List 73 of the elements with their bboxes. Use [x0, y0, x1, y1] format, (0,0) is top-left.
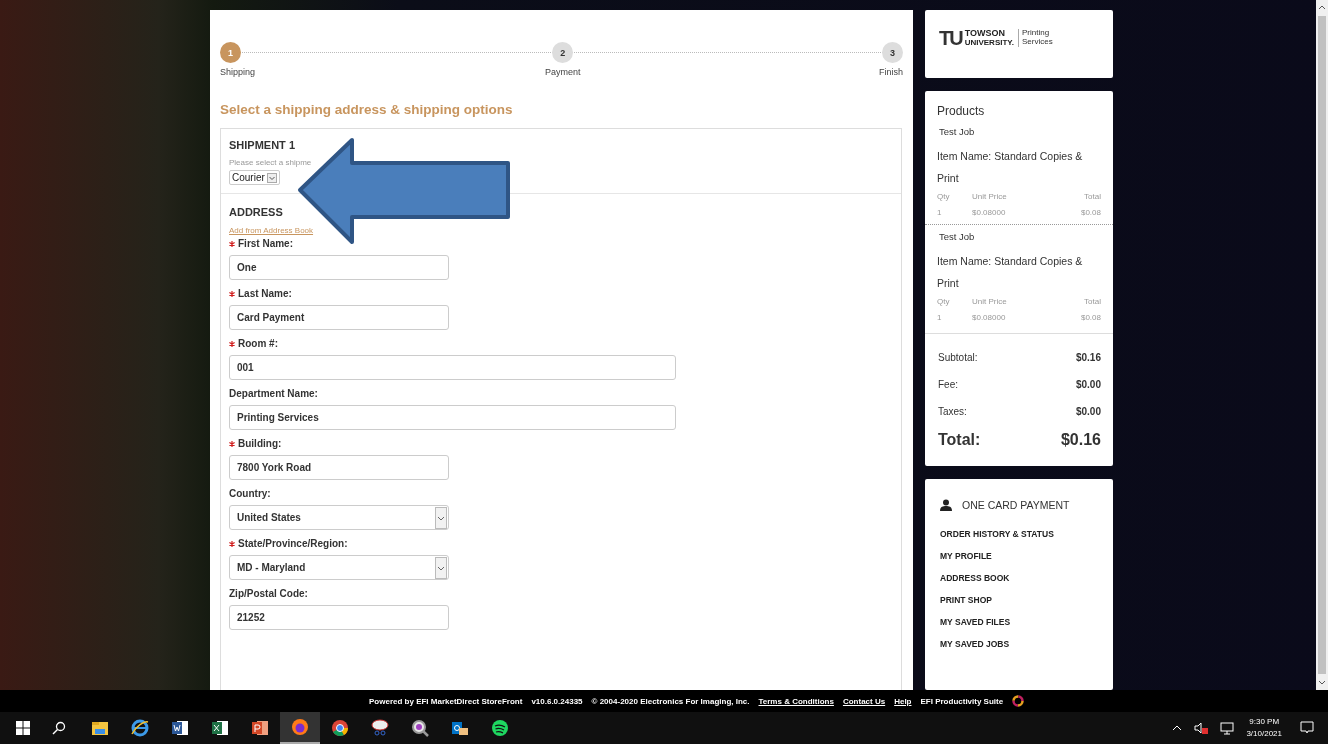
quantity: 1 — [937, 312, 943, 324]
footer-text: EFI Productivity Suite — [920, 696, 1004, 706]
line-total: $0.08 — [1080, 312, 1101, 324]
summary-value: $0.16 — [1075, 352, 1101, 363]
column-label: Qty — [937, 296, 951, 308]
input-field[interactable]: 7800 York Road — [229, 455, 449, 480]
unit-price: $0.08000 — [972, 207, 1007, 219]
step-label: Payment — [545, 67, 581, 77]
summary-label: Subtotal: — [938, 352, 978, 363]
summary-value: $0.00 — [1075, 379, 1101, 390]
account-name: ONE CARD PAYMENT — [962, 499, 1070, 511]
summary-label: Taxes: — [938, 406, 967, 417]
job-name: Test Job — [938, 126, 976, 137]
field-label: Last Name: — [238, 288, 292, 299]
menu-link[interactable]: MY SAVED FILES — [940, 617, 1098, 627]
line-total: $0.08 — [1080, 207, 1101, 219]
total-value: $0.16 — [1060, 431, 1101, 449]
quantity: 1 — [937, 207, 943, 219]
clock-time[interactable]: 9:30 PM — [1249, 716, 1280, 728]
summary-value: $0.00 — [1075, 406, 1101, 417]
summary-label: Fee: — [938, 379, 958, 390]
menu-link[interactable]: MY SAVED JOBS — [940, 639, 1098, 649]
hint-text: Please select a shipme — [229, 158, 313, 167]
footer-text: Powered by EFI MarketDirect StoreFront — [369, 696, 523, 706]
menu-link[interactable]: ADDRESS BOOK — [940, 573, 1098, 583]
field-label: Room #: — [238, 338, 278, 349]
footer-link[interactable]: Contact Us — [842, 696, 886, 706]
column-label: Unit Price — [972, 296, 1008, 308]
page-heading: Select a shipping address & shipping options — [220, 102, 514, 117]
field-label: State/Province/Region: — [238, 538, 348, 549]
logo-mark: TU — [939, 28, 962, 48]
shipping-method-select[interactable]: Courier — [229, 170, 280, 185]
logo-text: Services — [1022, 38, 1053, 47]
item-name: Item Name: Standard Copies & Print — [937, 254, 1084, 291]
column-label: Unit Price — [972, 191, 1008, 203]
field-label: Department Name: — [229, 388, 318, 399]
footer-text: v10.6.0.24335 — [531, 696, 583, 706]
menu-link[interactable]: MY PROFILE — [940, 551, 1098, 561]
input-field[interactable]: Printing Services — [229, 405, 676, 430]
column-label: Total — [1084, 191, 1101, 203]
select-field[interactable]: MD - Maryland — [229, 555, 449, 580]
footer-link[interactable]: Terms & Conditions — [758, 696, 834, 706]
input-field[interactable]: 21252 — [229, 605, 449, 630]
input-field[interactable]: Card Payment — [229, 305, 449, 330]
total-label: Total: — [938, 431, 981, 449]
card-title: Products — [936, 104, 986, 118]
step-number: 1 — [220, 42, 241, 63]
field-label: Zip/Postal Code: — [229, 588, 308, 599]
field-label: Building: — [238, 438, 282, 449]
section-title: SHIPMENT 1 — [229, 139, 296, 151]
select-field[interactable]: United States — [229, 505, 449, 530]
footer-text: © 2004-2020 Electronics For Imaging, Inc. — [591, 696, 750, 706]
step-label: Shipping — [220, 67, 256, 77]
step-label: Finish — [879, 67, 903, 77]
column-label: Qty — [937, 191, 951, 203]
item-name: Item Name: Standard Copies & Print — [937, 149, 1084, 186]
logo-text: UNIVERSITY. — [964, 38, 1014, 47]
section-title: ADDRESS — [229, 206, 284, 218]
footer-link[interactable]: Help — [894, 696, 912, 706]
logo-text: TOWSON — [964, 29, 1006, 39]
field-label: Country: — [229, 488, 271, 499]
column-label: Total — [1084, 296, 1101, 308]
field-label: First Name: — [238, 238, 293, 249]
menu-link[interactable]: PRINT SHOP — [940, 595, 1098, 605]
input-field[interactable]: 001 — [229, 355, 676, 380]
menu-link[interactable]: ORDER HISTORY & STATUS — [940, 529, 1098, 539]
clock-date[interactable]: 3/10/2021 — [1246, 728, 1282, 740]
job-name: Test Job — [938, 231, 976, 242]
input-field[interactable]: One — [229, 255, 449, 280]
logo-text: Printing — [1022, 29, 1051, 38]
unit-price: $0.08000 — [972, 312, 1007, 324]
step-number: 2 — [552, 42, 574, 63]
step-number: 3 — [882, 42, 903, 63]
